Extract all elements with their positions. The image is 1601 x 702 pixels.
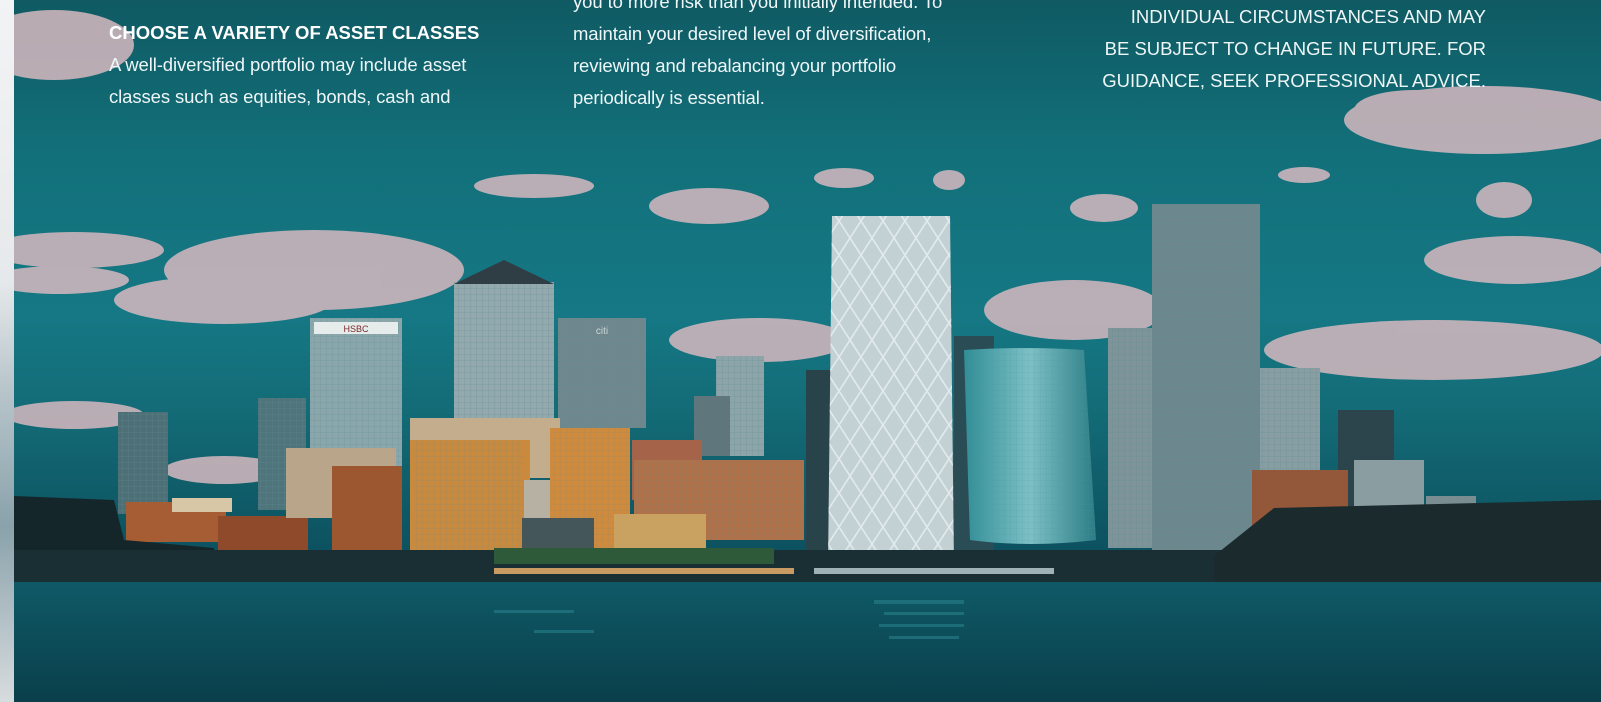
adjacent-page-edge [0, 0, 14, 702]
section-heading: CHOOSE A VARIETY OF ASSET CLASSES [109, 22, 480, 43]
body-line: maintain your desired level of diversifi… [573, 23, 932, 44]
body-line: periodically is essential. [573, 87, 765, 108]
column-left: CHOOSE A VARIETY OF ASSET CLASSES A well… [109, 17, 529, 113]
column-right-disclaimer: INDIVIDUAL CIRCUMSTANCES AND MAY BE SUBJ… [1074, 1, 1486, 97]
column-middle: you to more risk than you initially inte… [573, 0, 1013, 114]
river-water [14, 582, 1601, 702]
body-line: reviewing and rebalancing your portfolio [573, 55, 897, 76]
disclaimer-line: BE SUBJECT TO CHANGE IN FUTURE. FOR [1104, 38, 1486, 59]
disclaimer-line: INDIVIDUAL CIRCUMSTANCES AND MAY [1130, 6, 1486, 27]
disclaimer-line: GUIDANCE, SEEK PROFESSIONAL ADVICE. [1102, 70, 1486, 91]
body-line: classes such as equities, bonds, cash an… [109, 86, 451, 107]
document-page: HSBC citi CHOOSE A VARIETY OF ASSET CLAS… [14, 0, 1601, 702]
body-line: you to more risk than you initially inte… [573, 0, 943, 12]
building-sign-hsbc: HSBC [343, 324, 369, 334]
body-line: A well-diversified portfolio may include… [109, 54, 467, 75]
building-sign-citi: citi [596, 326, 608, 337]
